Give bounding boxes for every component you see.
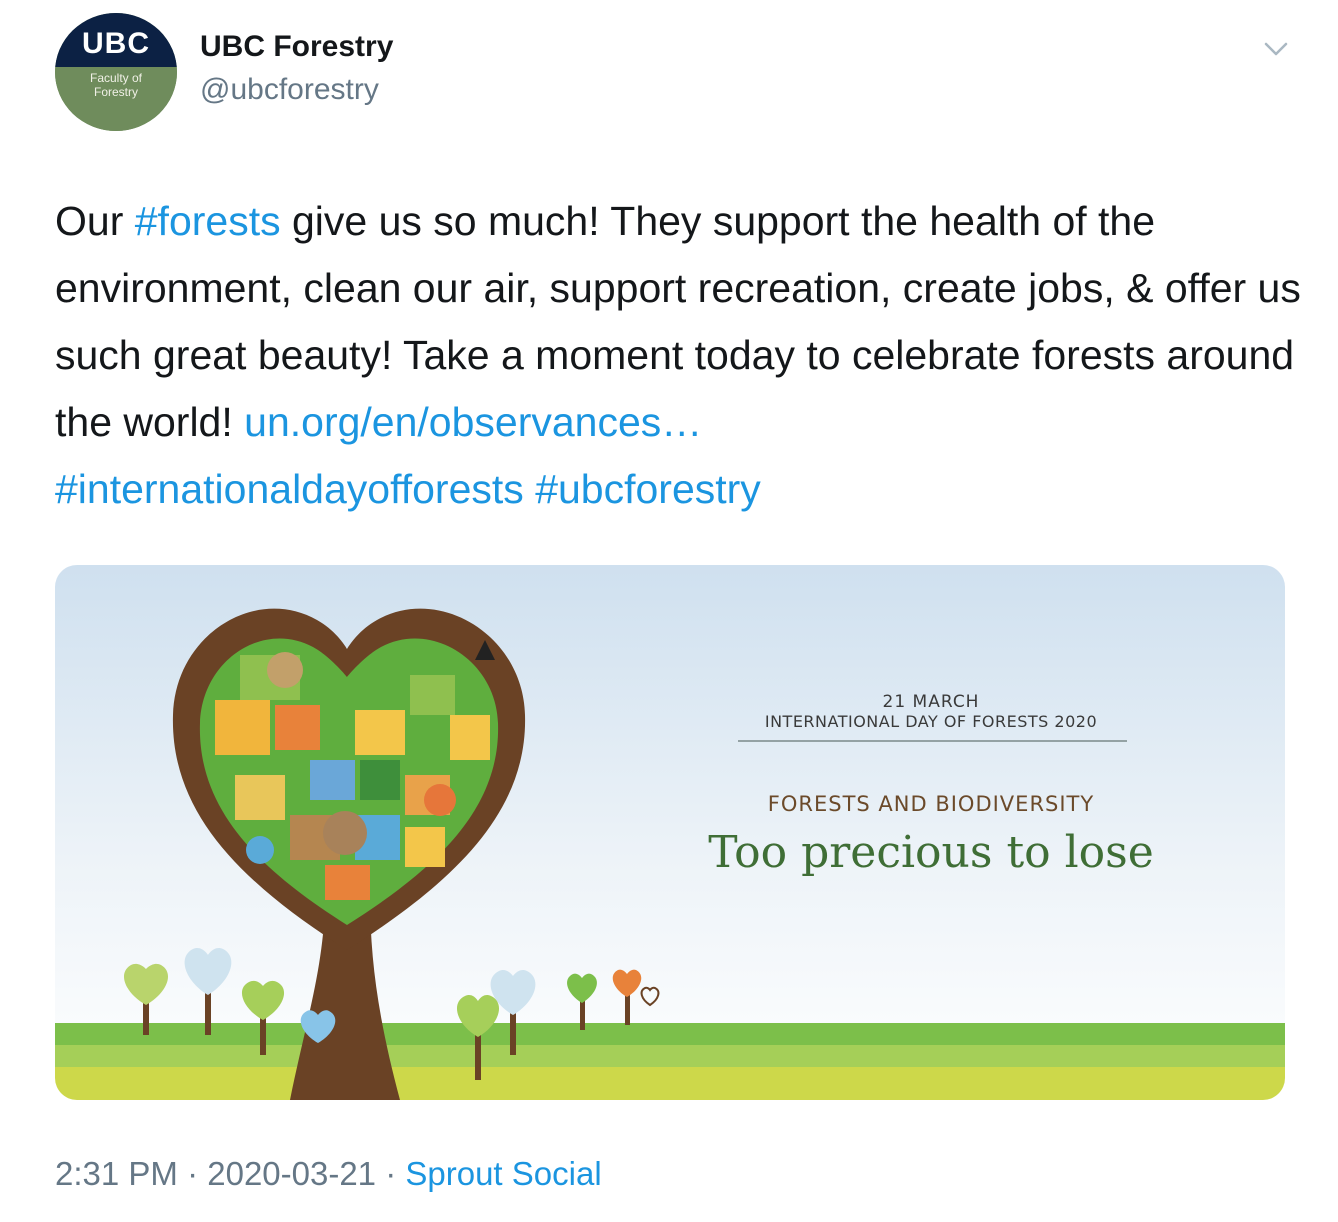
avatar-subtitle-line2: Forestry	[93, 85, 138, 99]
avatar-subtitle-line1: Faculty of	[89, 71, 143, 85]
tweet-media-image[interactable]: 21 MARCH INTERNATIONAL DAY OF FORESTS 20…	[55, 565, 1285, 1100]
meta-separator: ·	[177, 1155, 208, 1192]
poster-theme: FORESTS AND BIODIVERSITY	[768, 792, 1094, 816]
hashtag-ubcforestry[interactable]: #ubcforestry	[535, 466, 761, 512]
poster-event: INTERNATIONAL DAY OF FORESTS 2020	[765, 712, 1097, 731]
avatar-logo-text: UBC	[82, 27, 150, 60]
hashtag-internationaldayofforests[interactable]: #internationaldayofforests	[55, 466, 524, 512]
hashtag-forests[interactable]: #forests	[135, 198, 281, 244]
ground-stripe	[55, 1023, 1285, 1045]
tweet-text-part1: Our	[55, 198, 135, 244]
poster-illustration: 21 MARCH INTERNATIONAL DAY OF FORESTS 20…	[55, 565, 1285, 1100]
tweet-text: Our #forests give us so much! They suppo…	[55, 188, 1305, 523]
tweet-source-link[interactable]: Sprout Social	[405, 1155, 601, 1192]
poster-date: 21 MARCH	[883, 692, 980, 712]
author-handle[interactable]: @ubcforestry	[200, 73, 379, 107]
tweet-url-link[interactable]: un.org/en/observances…	[244, 399, 702, 445]
tweet-meta: 2:31 PM · 2020-03-21 · Sprout Social	[55, 1155, 602, 1193]
tweet-time[interactable]: 2:31 PM	[55, 1155, 178, 1192]
ground-stripe	[55, 1045, 1285, 1067]
tweet-date[interactable]: 2020-03-21	[207, 1155, 376, 1192]
meta-separator: ·	[376, 1155, 406, 1192]
chevron-down-icon[interactable]	[1262, 38, 1290, 60]
avatar[interactable]: UBC Faculty of Forestry	[55, 13, 177, 131]
poster-tagline: Too precious to lose	[708, 827, 1154, 878]
ground-stripe	[55, 1067, 1285, 1100]
avatar-subtitle: Faculty of Forestry	[55, 71, 177, 99]
author-display-name[interactable]: UBC Forestry	[200, 30, 393, 64]
